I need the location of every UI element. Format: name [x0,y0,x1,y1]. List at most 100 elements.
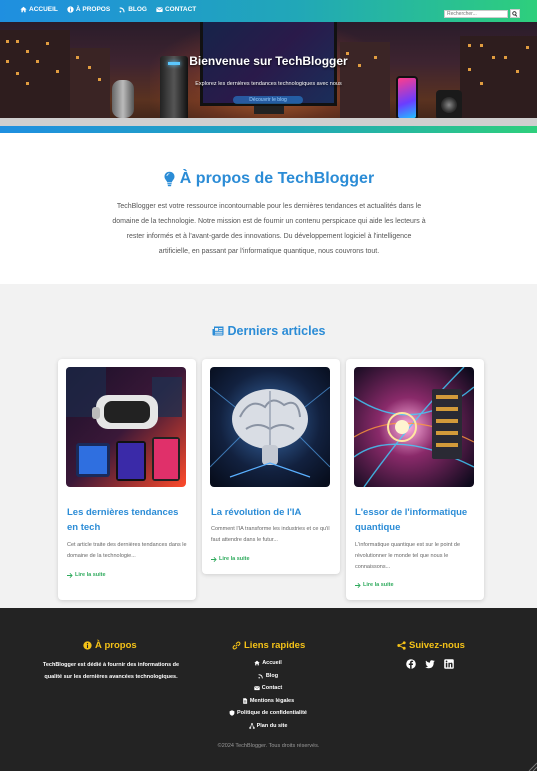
envelope-icon [254,686,260,691]
hero-gradient-strip [0,126,537,133]
twitter-link[interactable] [425,659,435,669]
copyright-text: ©2024 TechBlogger. Tous droits réservés. [217,743,320,749]
article-title-2[interactable]: La révolution de l'IA [211,505,333,520]
hero-banner: Bienvenue sur TechBlogger Explorez les d… [0,22,537,126]
quantum-computer-illustration [354,367,474,487]
site-footer: À propos TechBlogger est dédié à fournir… [0,608,537,771]
nav-link-accueil[interactable]: ACCUEIL [20,6,58,13]
footer-link-label: Mentions légales [249,697,295,704]
footer-link-label: Politique de confidentialité [237,710,307,717]
articles-title-text: Derniers articles [227,324,326,338]
footer-about-text: TechBlogger est dédié à fournir des info… [42,662,180,680]
search-form [444,9,520,18]
article-title-1[interactable]: Les dernières tendances en tech [67,505,189,535]
sitemap-icon [248,723,255,729]
hero-desk [0,118,537,126]
read-more-link-2[interactable]: Lire la suite [211,556,250,562]
footer-link-contact[interactable]: Contact [254,682,282,695]
footer-about-title: À propos [95,640,137,651]
newspaper-icon [212,326,223,336]
arrow-right-icon [67,572,73,578]
footer-link-accueil[interactable]: Accueil [254,657,282,670]
footer-link-mentions-legales[interactable]: Mentions légales [242,695,294,708]
resize-grip-icon[interactable] [527,761,537,771]
article-excerpt-3: L'informatique quantique est sur le poin… [355,542,461,570]
read-more-link-1[interactable]: Lire la suite [67,572,106,578]
home-icon [254,660,260,666]
link-icon [232,641,241,650]
hero-cta-button[interactable]: Découvrir le blog [233,96,303,104]
facebook-link[interactable] [406,659,416,669]
article-image-3[interactable] [354,367,474,487]
footer-link-label: Contact [261,685,283,692]
footer-about-heading: À propos [83,640,137,651]
top-navbar: ACCUEIL À PROPOS BLOG CONTACT [0,0,537,22]
blog-icon [119,7,125,13]
nav-link-a-propos[interactable]: À PROPOS [67,6,110,13]
article-excerpt-1: Cet article traite des dernières tendanc… [67,542,187,559]
footer-links-heading: Liens rapides [232,640,305,651]
about-title-text: À propos de TechBlogger [179,170,375,187]
nav-label-contact: CONTACT [164,6,197,13]
nav-link-contact[interactable]: CONTACT [156,6,196,13]
footer-social-title: Suivez-nous [409,640,465,651]
footer-link-label: Accueil [262,660,282,667]
ai-brain-illustration [210,367,330,487]
blog-icon [258,673,263,679]
file-icon [243,698,247,704]
read-more-link-3[interactable]: Lire la suite [355,582,394,588]
articles-title: Derniers articles [0,324,537,338]
shield-icon [229,710,235,717]
nav-label-a-propos: À PROPOS [75,6,111,13]
info-circle-icon [83,641,92,650]
info-icon [67,6,74,13]
article-image-2[interactable] [210,367,330,487]
footer-link-label: Blog [265,672,279,679]
footer-link-label: Plan du site [256,722,288,729]
read-more-label-3: Lire la suite [363,582,394,588]
nav-label-blog: BLOG [128,6,147,13]
search-button[interactable] [510,9,520,18]
hero-subtitle: Explorez les dernières tendances technol… [195,81,342,87]
read-more-label-1: Lire la suite [75,572,106,578]
articles-section: Derniers articles Les dernières tendance… [0,284,537,608]
footer-link-sitemap[interactable]: Plan du site [248,720,288,733]
footer-social-heading: Suivez-nous [397,640,465,651]
arrow-right-icon [355,582,361,588]
article-card-1: Les dernières tendances en tech Cet arti… [58,359,196,600]
footer-link-blog[interactable]: Blog [258,670,278,683]
about-section: À propos de TechBlogger TechBlogger est … [0,133,537,284]
share-icon [397,641,406,650]
nav-link-blog[interactable]: BLOG [119,6,147,13]
lightbulb-icon [164,171,175,187]
article-card-2: La révolution de l'IA Comment l'IA trans… [202,359,340,574]
home-icon [20,6,27,13]
hero-building-left [0,30,70,126]
hero-monitor-stand [254,106,284,114]
hero-speaker-right [436,90,462,120]
vr-headset-illustration [66,367,186,487]
nav-label-accueil: ACCUEIL [29,6,58,13]
envelope-icon [156,7,163,12]
search-input[interactable] [444,9,508,18]
article-card-3: L'essor de l'informatique quantique L'in… [346,359,484,600]
footer-links-title: Liens rapides [244,640,306,651]
facebook-icon [406,659,416,669]
social-icons [406,659,454,669]
hero-title: Bienvenue sur TechBlogger [189,54,348,68]
footer-link-privacy[interactable]: Politique de confidentialité [229,707,307,720]
arrow-right-icon [211,556,217,562]
hero-cta-label: Découvrir le blog [249,97,287,103]
about-title: À propos de TechBlogger [0,170,537,188]
linkedin-icon [444,659,454,669]
read-more-label-2: Lire la suite [219,556,250,562]
search-icon [512,10,518,17]
about-text: TechBlogger est votre ressource incontou… [112,203,426,255]
nav-links: ACCUEIL À PROPOS BLOG CONTACT [20,6,196,13]
article-image-1[interactable] [66,367,186,487]
article-title-3[interactable]: L'essor de l'informatique quantique [355,505,477,535]
article-excerpt-2: Comment l'IA transforme les industries e… [211,526,330,543]
footer-links-list: Accueil Blog Contact Mentions légales Po… [208,657,328,732]
twitter-icon [425,660,435,669]
linkedin-link[interactable] [444,659,454,669]
